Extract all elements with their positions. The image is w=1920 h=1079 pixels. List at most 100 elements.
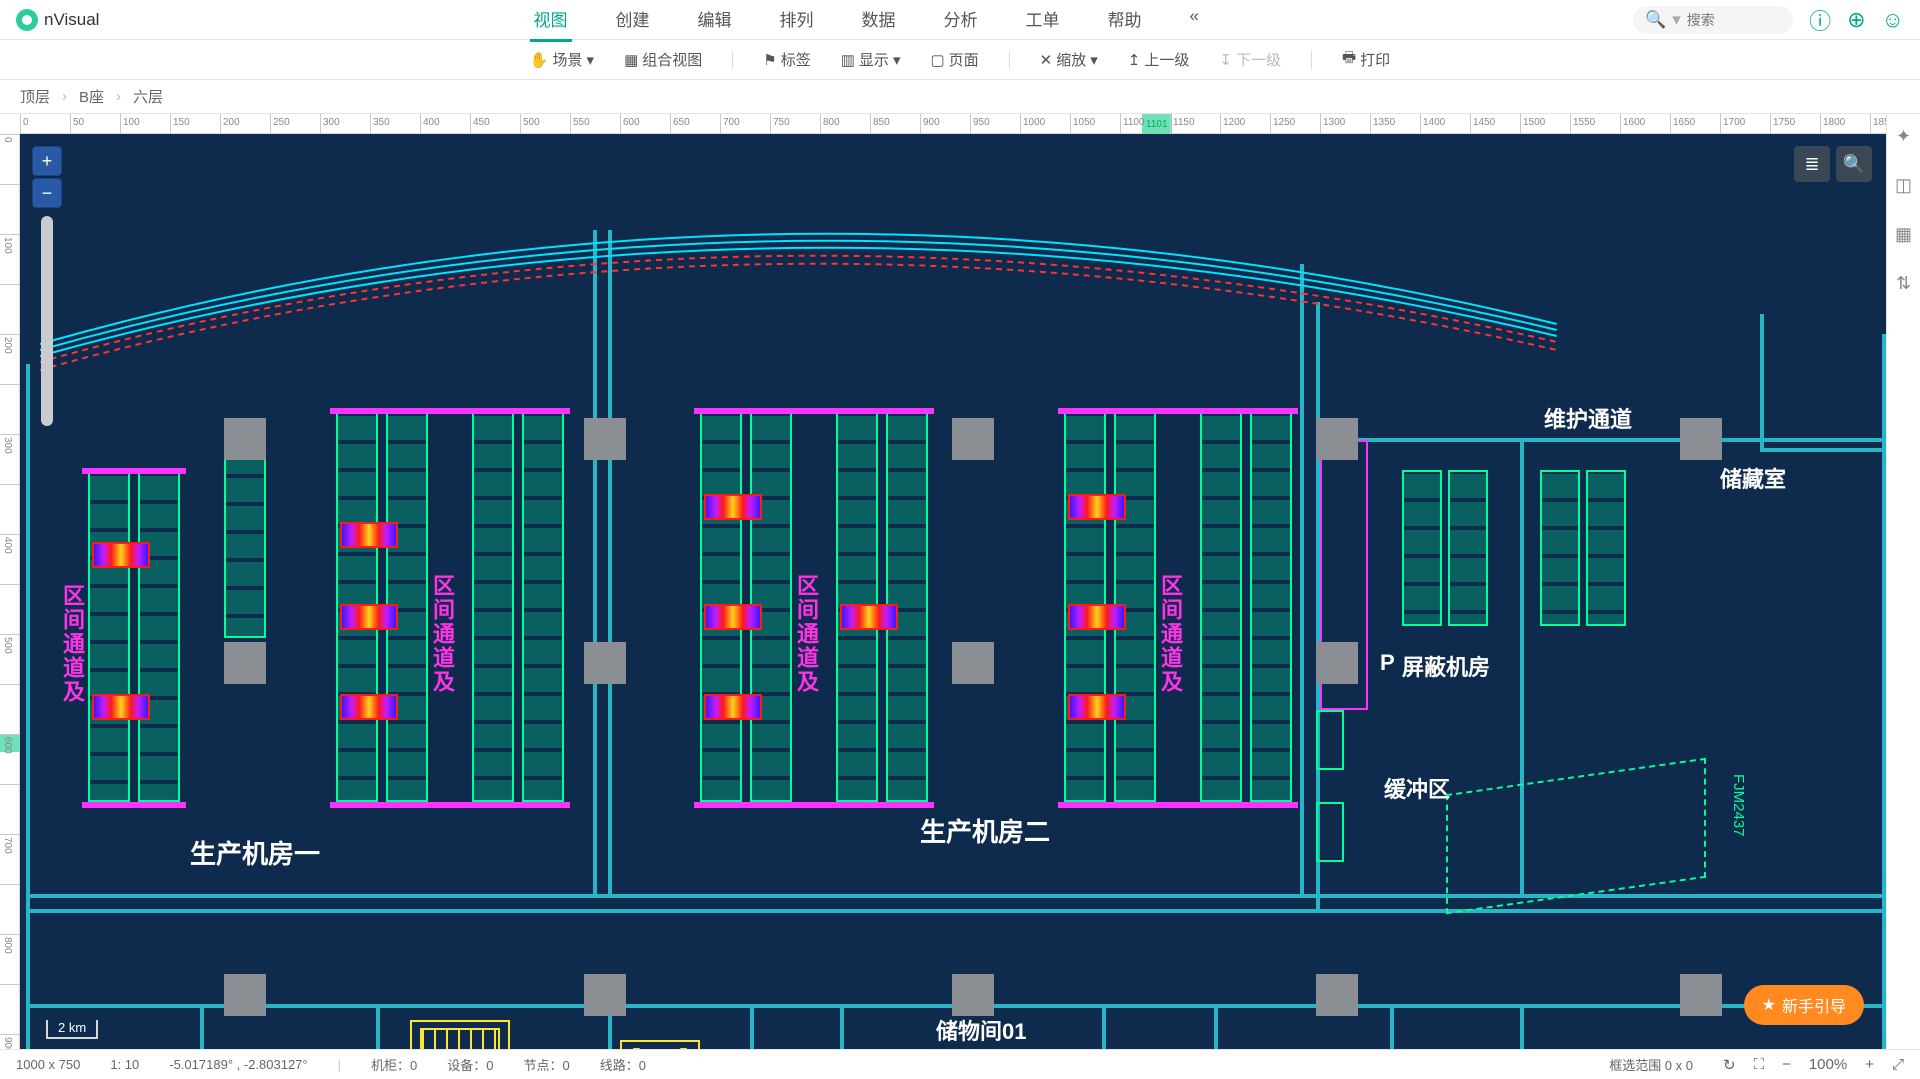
pillar [584,974,626,1016]
elevator-x [628,1048,692,1049]
dropdown-icon[interactable]: ▾ [1672,10,1681,30]
logo-icon [16,9,38,31]
wall [200,1004,204,1049]
buffer-unit[interactable] [1316,710,1344,770]
rack-column[interactable] [1250,412,1292,802]
label-channel: 区间通道及 [56,584,88,704]
buffer-unit[interactable] [1316,802,1344,862]
wall [750,1004,754,1049]
layers-button[interactable]: ≣ [1794,146,1830,182]
ruler-vertical[interactable]: 0100200300400500600700800900 [0,134,20,1049]
breadcrumb-item[interactable]: B座 [79,86,104,107]
ruler-horizontal[interactable]: 1101 05010015020025030035040045050055060… [20,114,1886,134]
rack-column[interactable] [1540,470,1580,626]
tool-label[interactable]: ⚑标签 [763,49,810,70]
enclosure [694,408,934,414]
print-icon: 🖶 [1342,47,1356,72]
pillar [224,642,266,684]
toolbar: ✋场景▾ ▦组合视图 ⚑标签 ▥显示▾ ▢页面 ✕缩放▾ ↥上一级 ↧下一级 🖶… [0,40,1920,80]
heat-sensor[interactable] [704,494,762,520]
menu-more-icon[interactable]: « [1186,0,1203,42]
rack-column[interactable] [1200,412,1242,802]
menu-data[interactable]: 数据 [858,0,900,42]
status-bar: 1000 x 750 1: 10 -5.017189° , -2.803127°… [0,1049,1920,1079]
panel-slider-icon[interactable]: ⇅ [1896,273,1911,294]
menu-view[interactable]: 视图 [530,0,572,42]
label-buffer: 缓冲区 [1384,772,1450,804]
chevron-right-icon: › [116,88,121,105]
separator [1009,51,1010,69]
tool-page[interactable]: ▢页面 [930,49,978,70]
rack-column[interactable] [138,472,180,802]
zoom-out-button[interactable]: − [32,178,62,208]
tool-combo-view[interactable]: ▦组合视图 [624,49,702,70]
menu-analyze[interactable]: 分析 [940,0,982,42]
menu-help[interactable]: 帮助 [1104,0,1146,42]
star-icon: ★ [1762,995,1776,1015]
body: 1101 05010015020025030035040045050055060… [0,114,1920,1049]
heat-sensor[interactable] [340,694,398,720]
menu-create[interactable]: 创建 [612,0,654,42]
heat-sensor[interactable] [704,604,762,630]
history-icon[interactable]: ↻ [1723,1056,1736,1074]
zoom-in-icon[interactable]: + [1865,1056,1874,1073]
heat-sensor[interactable] [92,694,150,720]
rack-column[interactable] [1448,470,1488,626]
tool-scene[interactable]: ✋场景▾ [530,49,594,70]
newbie-guide-button[interactable]: ★新手引导 [1744,985,1864,1025]
pillar [1316,418,1358,460]
panel-tool-icon[interactable]: ✦ [1896,126,1911,147]
pillar [1680,974,1722,1016]
rack-column[interactable] [1586,470,1626,626]
wall [1760,314,1764,449]
label-storage-top: 储藏室 [1720,462,1786,494]
globe-icon[interactable]: ⊕ [1847,7,1865,33]
menu-arrange[interactable]: 排列 [776,0,818,42]
zoom-slider[interactable] [41,216,53,426]
heat-sensor[interactable] [704,694,762,720]
status-dims: 1000 x 750 [16,1057,80,1072]
tool-display[interactable]: ▥显示▾ [841,49,901,70]
tool-zoom[interactable]: ✕缩放▾ [1040,49,1098,70]
heat-sensor[interactable] [1068,494,1126,520]
floor-plan[interactable]: FJM2437 区间通道及 区间通道及 区间通道及 区间通道及 生产机房一 生产… [20,134,1886,1049]
crosshair-icon: ✕ [1040,51,1053,69]
heat-sensor[interactable] [340,522,398,548]
heat-sensor[interactable] [840,604,898,630]
search-box[interactable]: 🔍 ▾ [1633,6,1793,34]
tool-up-level[interactable]: ↥上一级 [1128,49,1190,70]
canvas[interactable]: + − ≣ 🔍 [20,134,1886,1049]
heat-sensor[interactable] [92,542,150,568]
tool-down-level[interactable]: ↧下一级 [1219,49,1281,70]
menu-edit[interactable]: 编辑 [694,0,736,42]
search-input[interactable] [1687,12,1781,28]
zoom-out-icon[interactable]: − [1782,1056,1791,1073]
heat-sensor[interactable] [1068,604,1126,630]
layout-icon: ▥ [841,51,855,69]
breadcrumb-item[interactable]: 顶层 [20,86,50,107]
panel-layers-icon[interactable]: ◫ [1895,175,1912,196]
enclosure [82,802,186,808]
user-icon[interactable]: ☺ [1882,7,1904,33]
fit-icon[interactable]: ⤢ [1892,1056,1904,1073]
heat-sensor[interactable] [1068,694,1126,720]
fullscreen-icon[interactable]: ⛶ [1754,1056,1765,1073]
breadcrumb-item[interactable]: 六层 [133,86,163,107]
search-map-button[interactable]: 🔍 [1836,146,1872,182]
panel-grid-icon[interactable]: ▦ [1895,224,1912,245]
wall [608,230,612,894]
heat-sensor[interactable] [340,604,398,630]
menu-ticket[interactable]: 工单 [1022,0,1064,42]
rack-column[interactable] [472,412,514,802]
status-ratio: 1: 10 [110,1057,139,1072]
tool-print[interactable]: 🖶打印 [1342,47,1390,72]
app-logo[interactable]: nVisual [16,9,99,31]
zoom-in-button[interactable]: + [32,146,62,176]
separator: | [338,1057,341,1072]
status-zoom: 100% [1809,1056,1847,1073]
rack-column[interactable] [88,472,130,802]
wall [593,230,597,894]
rack-column[interactable] [1402,470,1442,626]
info-icon[interactable]: ⓘ [1809,4,1831,36]
rack-column[interactable] [522,412,564,802]
